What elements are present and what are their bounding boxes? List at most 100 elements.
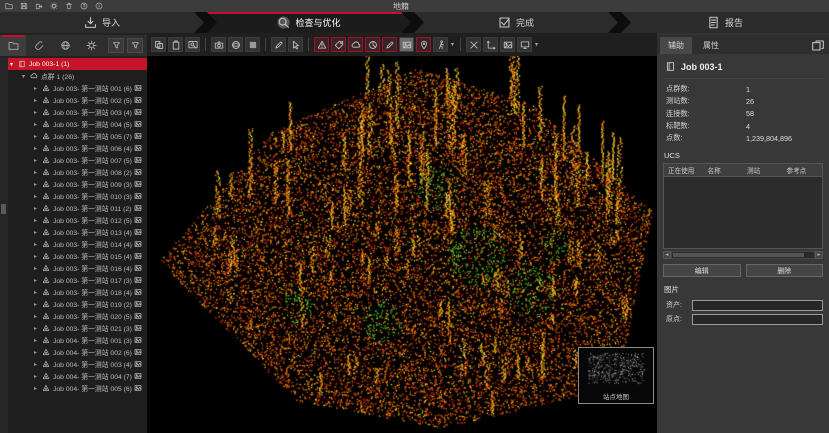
- photo-thumbnail-icon[interactable]: [134, 84, 142, 92]
- photo-thumbnail-icon[interactable]: [134, 384, 142, 392]
- tree-rail-handle[interactable]: [1, 204, 6, 214]
- tree-station-row[interactable]: ▸ Job 003- 第一测站 017 (3): [8, 274, 147, 286]
- tree-station-row[interactable]: ▸ Job 003- 第一测站 005 (7): [8, 130, 147, 142]
- ucs-table[interactable]: 正在使用名称测站参考点: [663, 163, 823, 249]
- photo-thumbnail-icon[interactable]: [134, 216, 142, 224]
- measure-icon[interactable]: [271, 37, 286, 52]
- photo-thumbnail-icon[interactable]: [134, 336, 142, 344]
- tree-station-row[interactable]: ▸ Job 003- 第一测站 012 (5): [8, 214, 147, 226]
- photo-thumbnail-icon[interactable]: [134, 180, 142, 188]
- tree-station-row[interactable]: ▸ Job 004- 第一测站 004 (7): [8, 370, 147, 382]
- scrollbar-thumb[interactable]: [673, 253, 804, 257]
- photo-thumbnail-icon[interactable]: [134, 372, 142, 380]
- export-icon[interactable]: [35, 2, 43, 10]
- tree-station-row[interactable]: ▸ Job 003- 第一测站 016 (4): [8, 262, 147, 274]
- axes-icon[interactable]: [483, 37, 498, 52]
- tab-assist[interactable]: 辅助: [660, 37, 692, 54]
- tree-station-row[interactable]: ▸ Job 003- 第一测站 010 (3): [8, 190, 147, 202]
- help-icon[interactable]: [80, 2, 88, 10]
- camera-icon[interactable]: [211, 37, 226, 52]
- info-icon[interactable]: [95, 2, 103, 10]
- photo-thumbnail-icon[interactable]: [134, 132, 142, 140]
- minimap[interactable]: 站点地图: [578, 347, 654, 404]
- photo-thumbnail-icon[interactable]: [134, 168, 142, 176]
- image-icon[interactable]: [399, 37, 414, 52]
- tree-station-row[interactable]: ▸ Job 003- 第一测站 011 (2): [8, 202, 147, 214]
- plane-icon[interactable]: [245, 37, 260, 52]
- tab-report[interactable]: 报告: [621, 12, 829, 33]
- paste-icon[interactable]: [168, 37, 183, 52]
- panel-layout-icon[interactable]: [811, 39, 825, 52]
- trash-icon[interactable]: [65, 2, 73, 10]
- tree-station-row[interactable]: ▸ Job 004- 第一测站 003 (4): [8, 358, 147, 370]
- filter-collapse-icon[interactable]: [127, 38, 143, 53]
- pick-point-icon[interactable]: [288, 37, 303, 52]
- photo-thumbnail-icon[interactable]: [134, 204, 142, 212]
- photo-thumbnail-icon[interactable]: [134, 144, 142, 152]
- tab-import[interactable]: 导入: [0, 12, 204, 33]
- tab-web[interactable]: [52, 35, 78, 56]
- snapshot-icon[interactable]: [500, 37, 515, 52]
- tree-station-row[interactable]: ▸ Job 004- 第一测站 001 (3): [8, 334, 147, 346]
- tree-station-row[interactable]: ▸ Job 003- 第一测站 001 (6): [8, 82, 147, 94]
- save-icon[interactable]: [20, 2, 28, 10]
- tree-station-row[interactable]: ▸ Job 003- 第一测站 019 (2): [8, 298, 147, 310]
- tree-station-row[interactable]: ▸ Job 003- 第一测站 013 (4): [8, 226, 147, 238]
- tree-station-row[interactable]: ▸ Job 003- 第一测站 021 (3): [8, 322, 147, 334]
- pin-icon[interactable]: [416, 37, 431, 52]
- photo-thumbnail-icon[interactable]: [134, 264, 142, 272]
- tree-station-row[interactable]: ▸ Job 003- 第一测站 009 (3): [8, 178, 147, 190]
- photo-thumbnail-icon[interactable]: [134, 288, 142, 296]
- delete-button[interactable]: 删除: [746, 264, 824, 277]
- draw-icon[interactable]: [382, 37, 397, 52]
- walkthrough-icon[interactable]: [433, 37, 448, 52]
- dropdown-caret-icon[interactable]: ▾: [451, 41, 454, 48]
- tree-station-row[interactable]: ▸ Job 003- 第一测站 002 (5): [8, 94, 147, 106]
- tree-root-job[interactable]: ▾ Job 003-1 (1): [8, 58, 147, 70]
- tab-links[interactable]: [26, 35, 52, 56]
- photo-thumbnail-icon[interactable]: [134, 108, 142, 116]
- settings-icon[interactable]: [50, 2, 58, 10]
- display-settings-icon[interactable]: [517, 37, 532, 52]
- warning-marker-icon[interactable]: [314, 37, 329, 52]
- tree-station-row[interactable]: ▸ Job 003- 第一测站 003 (4): [8, 106, 147, 118]
- tree-station-row[interactable]: ▸ Job 004- 第一测站 002 (6): [8, 346, 147, 358]
- render-sphere-icon[interactable]: [228, 37, 243, 52]
- photo-thumbnail-icon[interactable]: [134, 300, 142, 308]
- photo-thumbnail-icon[interactable]: [134, 360, 142, 368]
- photo-thumbnail-icon[interactable]: [134, 120, 142, 128]
- open-folder-icon[interactable]: [5, 2, 13, 10]
- zoom-window-icon[interactable]: [185, 37, 200, 52]
- tree-station-row[interactable]: ▸ Job 003- 第一测站 014 (4): [8, 238, 147, 250]
- tree-station-row[interactable]: ▸ Job 004- 第一测站 005 (6): [8, 382, 147, 394]
- scroll-left-icon[interactable]: ◄: [663, 251, 671, 259]
- tree-pointcloud-group[interactable]: ▾ 点群 1 (26): [8, 70, 147, 82]
- image-field-input[interactable]: [692, 314, 823, 325]
- filter-expand-icon[interactable]: [108, 38, 124, 53]
- scroll-right-icon[interactable]: ►: [815, 251, 823, 259]
- tab-panel-settings[interactable]: [78, 35, 104, 56]
- photo-thumbnail-icon[interactable]: [134, 324, 142, 332]
- dropdown-caret-icon[interactable]: ▾: [535, 41, 538, 48]
- tree-station-row[interactable]: ▸ Job 003- 第一测站 020 (5): [8, 310, 147, 322]
- photo-thumbnail-icon[interactable]: [134, 96, 142, 104]
- tree-station-row[interactable]: ▸ Job 003- 第一测站 015 (4): [8, 250, 147, 262]
- cloud-icon[interactable]: [348, 37, 363, 52]
- photo-thumbnail-icon[interactable]: [134, 156, 142, 164]
- photo-thumbnail-icon[interactable]: [134, 252, 142, 260]
- pie-icon[interactable]: [365, 37, 380, 52]
- tab-finish[interactable]: 完成: [414, 12, 618, 33]
- tree-station-row[interactable]: ▸ Job 003- 第一测站 018 (4): [8, 286, 147, 298]
- image-field-input[interactable]: [692, 300, 823, 311]
- photo-thumbnail-icon[interactable]: [134, 240, 142, 248]
- tab-properties[interactable]: 属性: [695, 37, 727, 54]
- tag-icon[interactable]: [331, 37, 346, 52]
- copy-icon[interactable]: [151, 37, 166, 52]
- photo-thumbnail-icon[interactable]: [134, 312, 142, 320]
- tree-station-row[interactable]: ▸ Job 003- 第一测站 006 (4): [8, 142, 147, 154]
- photo-thumbnail-icon[interactable]: [134, 228, 142, 236]
- tab-inspect-optimize[interactable]: 检查与优化: [207, 12, 411, 33]
- tree-station-row[interactable]: ▸ Job 003- 第一测站 007 (5): [8, 154, 147, 166]
- photo-thumbnail-icon[interactable]: [134, 348, 142, 356]
- tree-station-row[interactable]: ▸ Job 003- 第一测站 004 (5): [8, 118, 147, 130]
